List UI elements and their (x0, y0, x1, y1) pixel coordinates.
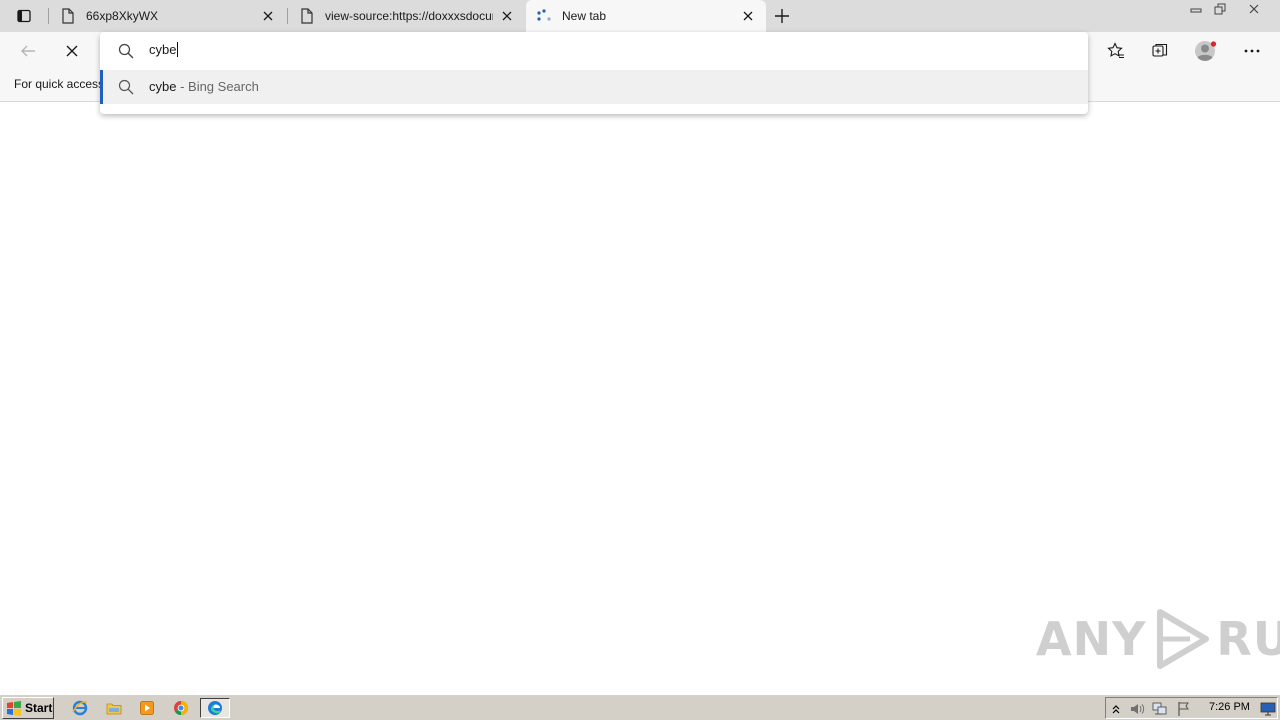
internet-explorer-launcher[interactable] (69, 698, 91, 718)
clock[interactable]: 7:26 PM (1209, 701, 1250, 713)
chevron-up-icon (1112, 705, 1120, 714)
taskbar: Start 7:26 PM (0, 694, 1280, 720)
new-tab-button[interactable] (770, 4, 794, 28)
watermark-right-text: RUN (1216, 612, 1280, 666)
close-icon (66, 45, 78, 57)
show-hidden-icons-button[interactable] (1108, 701, 1124, 717)
suggestion-text: cybe - Bing Search (149, 79, 259, 94)
tab-strip: 66xp8XkyWX view-source:https://doxxxsdoc… (0, 0, 1280, 32)
search-suggestion[interactable]: cybe - Bing Search (100, 70, 1088, 104)
suggestion-suffix: - Bing Search (176, 79, 259, 94)
edge-launcher[interactable] (200, 698, 230, 718)
star-list-icon (1107, 42, 1124, 59)
system-tray: 7:26 PM (1105, 697, 1278, 719)
address-bar-dropdown: cybe cybe - Bing Search (100, 32, 1088, 114)
suggestion-query: cybe (149, 79, 177, 94)
close-tab-icon[interactable] (499, 8, 515, 24)
more-dots-icon (1244, 49, 1260, 53)
internet-explorer-icon (72, 700, 88, 716)
tab-3[interactable]: New tab (526, 0, 766, 32)
explorer-launcher[interactable] (103, 698, 125, 718)
tab-1[interactable]: 66xp8XkyWX (50, 0, 286, 32)
chrome-icon (174, 700, 189, 716)
tab-title: view-source:https://doxxxsdocum (325, 9, 493, 23)
close-window-icon (1249, 4, 1259, 14)
address-bar[interactable]: cybe (100, 32, 1088, 70)
search-icon (118, 79, 134, 95)
windows-flag-icon (7, 701, 21, 716)
show-desktop-button[interactable] (1260, 701, 1276, 717)
chrome-launcher[interactable] (170, 698, 192, 718)
plus-icon (775, 9, 789, 23)
tab-separator (48, 8, 49, 24)
start-button[interactable]: Start (2, 697, 54, 719)
watermark-left-text: ANY (1036, 612, 1147, 666)
flag-icon (1178, 702, 1189, 716)
favorites-bar-hint: For quick access (14, 77, 105, 91)
restore-button[interactable] (1208, 0, 1232, 18)
stop-loading-button[interactable] (57, 36, 87, 66)
search-icon (118, 43, 134, 59)
minimize-icon (1190, 8, 1202, 13)
page-icon (60, 8, 76, 24)
volume-button[interactable] (1129, 701, 1145, 717)
tab-2[interactable]: view-source:https://doxxxsdocum (289, 0, 525, 32)
address-input[interactable]: cybe (149, 42, 179, 57)
collections-icon (1152, 43, 1168, 57)
page-icon (299, 8, 315, 24)
tab-actions-icon (17, 9, 31, 23)
close-window-button[interactable] (1236, 0, 1272, 18)
tab-actions-button[interactable] (8, 4, 40, 28)
speaker-icon (1131, 704, 1145, 714)
network-button[interactable] (1152, 701, 1168, 717)
action-center-button[interactable] (1176, 701, 1192, 717)
restore-icon (1214, 3, 1226, 15)
anyrun-watermark: ANY RUN (1036, 608, 1280, 670)
profile-button[interactable] (1191, 36, 1221, 66)
favorites-button[interactable] (1101, 36, 1131, 66)
minimize-button[interactable] (1184, 0, 1208, 18)
edge-icon (208, 701, 222, 715)
tab-separator (287, 8, 288, 24)
text-caret (177, 42, 179, 57)
tab-title: 66xp8XkyWX (86, 9, 159, 23)
monitor-icon (1260, 702, 1276, 716)
media-player-launcher[interactable] (136, 698, 158, 718)
arrow-left-icon (21, 45, 35, 57)
network-icon (1152, 702, 1167, 715)
tab-title: New tab (562, 9, 607, 23)
close-tab-icon[interactable] (740, 8, 756, 24)
media-player-icon (140, 701, 154, 715)
back-button[interactable] (13, 36, 43, 66)
folder-icon (106, 703, 122, 715)
close-tab-icon[interactable] (260, 8, 276, 24)
avatar-icon (1195, 41, 1217, 61)
start-label: Start (25, 701, 53, 715)
collections-button[interactable] (1145, 36, 1175, 66)
address-input-text: cybe (149, 42, 177, 57)
settings-menu-button[interactable] (1237, 36, 1267, 66)
loading-dots-icon (536, 8, 552, 24)
play-icon (1157, 609, 1210, 669)
